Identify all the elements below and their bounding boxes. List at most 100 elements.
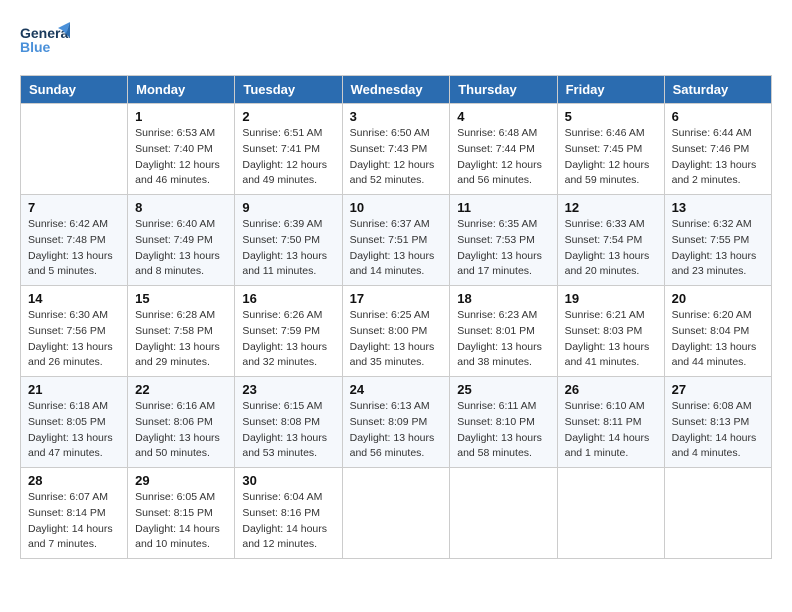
calendar-cell: 27 Sunrise: 6:08 AMSunset: 8:13 PMDayligh… bbox=[664, 377, 771, 468]
calendar-cell: 19 Sunrise: 6:21 AMSunset: 8:03 PMDayligh… bbox=[557, 286, 664, 377]
calendar-cell: 11 Sunrise: 6:35 AMSunset: 7:53 PMDayligh… bbox=[450, 195, 557, 286]
day-number: 12 bbox=[565, 200, 657, 215]
day-info: Sunrise: 6:10 AMSunset: 8:11 PMDaylight:… bbox=[565, 399, 657, 462]
calendar-cell: 23 Sunrise: 6:15 AMSunset: 8:08 PMDayligh… bbox=[235, 377, 342, 468]
calendar-cell: 4 Sunrise: 6:48 AMSunset: 7:44 PMDaylight… bbox=[450, 104, 557, 195]
calendar-cell bbox=[342, 468, 450, 559]
day-number: 16 bbox=[242, 291, 334, 306]
day-number: 6 bbox=[672, 109, 764, 124]
day-info: Sunrise: 6:28 AMSunset: 7:58 PMDaylight:… bbox=[135, 308, 227, 371]
day-info: Sunrise: 6:33 AMSunset: 7:54 PMDaylight:… bbox=[565, 217, 657, 280]
day-info: Sunrise: 6:46 AMSunset: 7:45 PMDaylight:… bbox=[565, 126, 657, 189]
day-header: Thursday bbox=[450, 76, 557, 104]
day-info: Sunrise: 6:40 AMSunset: 7:49 PMDaylight:… bbox=[135, 217, 227, 280]
day-info: Sunrise: 6:20 AMSunset: 8:04 PMDaylight:… bbox=[672, 308, 764, 371]
day-number: 21 bbox=[28, 382, 120, 397]
day-number: 8 bbox=[135, 200, 227, 215]
day-header: Sunday bbox=[21, 76, 128, 104]
calendar-cell: 10 Sunrise: 6:37 AMSunset: 7:51 PMDayligh… bbox=[342, 195, 450, 286]
day-number: 15 bbox=[135, 291, 227, 306]
day-number: 22 bbox=[135, 382, 227, 397]
day-number: 10 bbox=[350, 200, 443, 215]
day-number: 30 bbox=[242, 473, 334, 488]
day-info: Sunrise: 6:16 AMSunset: 8:06 PMDaylight:… bbox=[135, 399, 227, 462]
day-info: Sunrise: 6:11 AMSunset: 8:10 PMDaylight:… bbox=[457, 399, 549, 462]
day-header: Friday bbox=[557, 76, 664, 104]
calendar-cell bbox=[450, 468, 557, 559]
day-number: 1 bbox=[135, 109, 227, 124]
calendar-cell: 7Sunrise: 6:42 AMSunset: 7:48 PMDaylight… bbox=[21, 195, 128, 286]
calendar-cell: 22 Sunrise: 6:16 AMSunset: 8:06 PMDayligh… bbox=[128, 377, 235, 468]
day-info: Sunrise: 6:08 AMSunset: 8:13 PMDaylight:… bbox=[672, 399, 764, 462]
day-info: Sunrise: 6:25 AMSunset: 8:00 PMDaylight:… bbox=[350, 308, 443, 371]
day-info: Sunrise: 6:51 AMSunset: 7:41 PMDaylight:… bbox=[242, 126, 334, 189]
day-number: 24 bbox=[350, 382, 443, 397]
calendar-cell: 5Sunrise: 6:46 AMSunset: 7:45 PMDaylight… bbox=[557, 104, 664, 195]
day-number: 28 bbox=[28, 473, 120, 488]
day-number: 14 bbox=[28, 291, 120, 306]
calendar-cell: 20 Sunrise: 6:20 AMSunset: 8:04 PMDayligh… bbox=[664, 286, 771, 377]
calendar-cell: 8 Sunrise: 6:40 AMSunset: 7:49 PMDaylight… bbox=[128, 195, 235, 286]
day-number: 17 bbox=[350, 291, 443, 306]
day-info: Sunrise: 6:50 AMSunset: 7:43 PMDaylight:… bbox=[350, 126, 443, 189]
day-number: 4 bbox=[457, 109, 549, 124]
day-number: 13 bbox=[672, 200, 764, 215]
calendar-cell: 28 Sunrise: 6:07 AMSunset: 8:14 PMDayligh… bbox=[21, 468, 128, 559]
day-info: Sunrise: 6:39 AMSunset: 7:50 PMDaylight:… bbox=[242, 217, 334, 280]
day-info: Sunrise: 6:07 AMSunset: 8:14 PMDaylight:… bbox=[28, 490, 120, 553]
logo: General Blue bbox=[20, 20, 70, 65]
calendar-cell: 2 Sunrise: 6:51 AMSunset: 7:41 PMDaylight… bbox=[235, 104, 342, 195]
day-number: 7 bbox=[28, 200, 120, 215]
calendar-cell: 12 Sunrise: 6:33 AMSunset: 7:54 PMDayligh… bbox=[557, 195, 664, 286]
day-info: Sunrise: 6:37 AMSunset: 7:51 PMDaylight:… bbox=[350, 217, 443, 280]
day-number: 11 bbox=[457, 200, 549, 215]
svg-text:Blue: Blue bbox=[20, 39, 51, 55]
calendar-cell: 25Sunrise: 6:11 AMSunset: 8:10 PMDayligh… bbox=[450, 377, 557, 468]
day-number: 9 bbox=[242, 200, 334, 215]
page-header: General Blue bbox=[20, 20, 772, 65]
calendar-cell: 21 Sunrise: 6:18 AMSunset: 8:05 PMDayligh… bbox=[21, 377, 128, 468]
calendar-cell: 26 Sunrise: 6:10 AMSunset: 8:11 PMDayligh… bbox=[557, 377, 664, 468]
day-info: Sunrise: 6:26 AMSunset: 7:59 PMDaylight:… bbox=[242, 308, 334, 371]
calendar-cell: 17 Sunrise: 6:25 AMSunset: 8:00 PMDayligh… bbox=[342, 286, 450, 377]
calendar-cell: 18 Sunrise: 6:23 AMSunset: 8:01 PMDayligh… bbox=[450, 286, 557, 377]
day-info: Sunrise: 6:53 AMSunset: 7:40 PMDaylight:… bbox=[135, 126, 227, 189]
calendar-table: SundayMondayTuesdayWednesdayThursdayFrid… bbox=[20, 75, 772, 559]
calendar-cell: 6 Sunrise: 6:44 AMSunset: 7:46 PMDaylight… bbox=[664, 104, 771, 195]
calendar-cell bbox=[557, 468, 664, 559]
day-header: Monday bbox=[128, 76, 235, 104]
calendar-cell: 24 Sunrise: 6:13 AMSunset: 8:09 PMDayligh… bbox=[342, 377, 450, 468]
calendar-cell: 16 Sunrise: 6:26 AMSunset: 7:59 PMDayligh… bbox=[235, 286, 342, 377]
day-info: Sunrise: 6:21 AMSunset: 8:03 PMDaylight:… bbox=[565, 308, 657, 371]
day-number: 18 bbox=[457, 291, 549, 306]
day-info: Sunrise: 6:05 AMSunset: 8:15 PMDaylight:… bbox=[135, 490, 227, 553]
day-number: 23 bbox=[242, 382, 334, 397]
day-header: Saturday bbox=[664, 76, 771, 104]
day-info: Sunrise: 6:23 AMSunset: 8:01 PMDaylight:… bbox=[457, 308, 549, 371]
calendar-cell: 30 Sunrise: 6:04 AMSunset: 8:16 PMDayligh… bbox=[235, 468, 342, 559]
day-info: Sunrise: 6:35 AMSunset: 7:53 PMDaylight:… bbox=[457, 217, 549, 280]
calendar-cell: 1 Sunrise: 6:53 AMSunset: 7:40 PMDaylight… bbox=[128, 104, 235, 195]
day-info: Sunrise: 6:44 AMSunset: 7:46 PMDaylight:… bbox=[672, 126, 764, 189]
day-number: 20 bbox=[672, 291, 764, 306]
day-number: 26 bbox=[565, 382, 657, 397]
day-number: 29 bbox=[135, 473, 227, 488]
day-info: Sunrise: 6:18 AMSunset: 8:05 PMDaylight:… bbox=[28, 399, 120, 462]
day-number: 27 bbox=[672, 382, 764, 397]
calendar-cell: 3Sunrise: 6:50 AMSunset: 7:43 PMDaylight… bbox=[342, 104, 450, 195]
day-info: Sunrise: 6:13 AMSunset: 8:09 PMDaylight:… bbox=[350, 399, 443, 462]
day-info: Sunrise: 6:15 AMSunset: 8:08 PMDaylight:… bbox=[242, 399, 334, 462]
day-header: Tuesday bbox=[235, 76, 342, 104]
calendar-cell: 29 Sunrise: 6:05 AMSunset: 8:15 PMDayligh… bbox=[128, 468, 235, 559]
day-info: Sunrise: 6:04 AMSunset: 8:16 PMDaylight:… bbox=[242, 490, 334, 553]
calendar-cell: 14Sunrise: 6:30 AMSunset: 7:56 PMDayligh… bbox=[21, 286, 128, 377]
calendar-cell: 15 Sunrise: 6:28 AMSunset: 7:58 PMDayligh… bbox=[128, 286, 235, 377]
calendar-cell bbox=[21, 104, 128, 195]
day-header: Wednesday bbox=[342, 76, 450, 104]
calendar-cell: 9 Sunrise: 6:39 AMSunset: 7:50 PMDaylight… bbox=[235, 195, 342, 286]
day-info: Sunrise: 6:48 AMSunset: 7:44 PMDaylight:… bbox=[457, 126, 549, 189]
calendar-cell bbox=[664, 468, 771, 559]
day-number: 2 bbox=[242, 109, 334, 124]
day-info: Sunrise: 6:32 AMSunset: 7:55 PMDaylight:… bbox=[672, 217, 764, 280]
day-number: 19 bbox=[565, 291, 657, 306]
